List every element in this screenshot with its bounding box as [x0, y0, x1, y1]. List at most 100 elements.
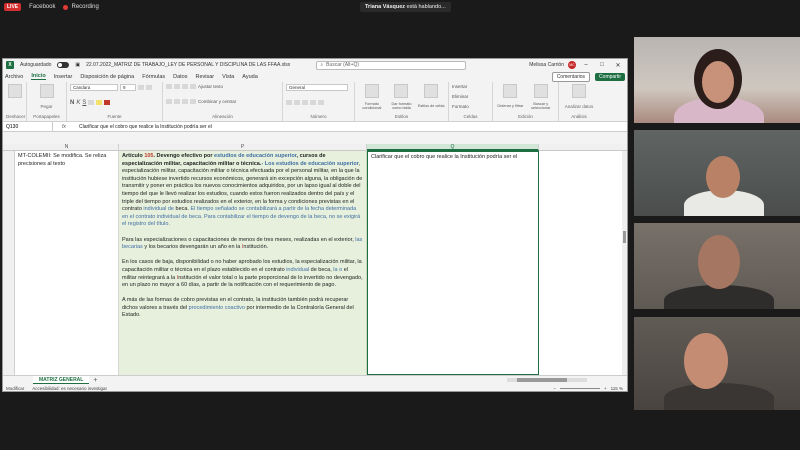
clipboard-label: Portapapeles: [33, 114, 60, 119]
menu-vista[interactable]: Vista: [222, 74, 234, 80]
excel-window: X Autoguardado ▣ 22.07.2022_MATRIZ DE TR…: [2, 58, 628, 392]
paragraph-3-blue: individual: [286, 266, 310, 273]
accessibility-status[interactable]: Accesibilidad: es necesario investigar: [32, 386, 107, 391]
analyze-data-icon[interactable]: [572, 84, 586, 98]
menu-inicio[interactable]: Inicio: [31, 73, 46, 80]
paragraph-2-end: y los becarios devengarán un año en la: [142, 244, 242, 251]
maximize-icon[interactable]: □: [596, 62, 608, 68]
share-button[interactable]: Compartir: [595, 72, 625, 81]
underline-icon[interactable]: S: [82, 100, 86, 106]
live-badge: LIVE: [4, 3, 22, 11]
delete-cells-button[interactable]: Eliminar: [452, 94, 489, 99]
menu-disposicion[interactable]: Disposición de página: [80, 74, 134, 80]
cell-p130[interactable]: Artículo 105. Devengo efectivo por estud…: [119, 151, 367, 375]
thousands-icon[interactable]: [302, 100, 308, 105]
ribbon-styles-group: Formato condicional Dar formato como tab…: [355, 82, 449, 121]
decrease-font-icon[interactable]: [146, 85, 152, 90]
vertical-scrollbar[interactable]: [622, 151, 627, 375]
zoom-out-icon[interactable]: –: [553, 386, 556, 391]
analyze-data-label: Analizar datos: [564, 103, 594, 109]
align-right-icon[interactable]: [182, 99, 188, 104]
insert-cells-button[interactable]: Insertar: [452, 84, 489, 89]
minimize-icon[interactable]: –: [580, 62, 592, 68]
percent-icon[interactable]: [294, 100, 300, 105]
column-header-q[interactable]: Q: [367, 144, 539, 151]
menu-insertar[interactable]: Insertar: [54, 74, 73, 80]
close-icon[interactable]: ✕: [612, 62, 624, 69]
add-sheet-icon[interactable]: +: [93, 377, 97, 384]
save-icon[interactable]: ▣: [75, 62, 80, 68]
participant-4-body: [664, 383, 774, 410]
excel-titlebar: X Autoguardado ▣ 22.07.2022_MATRIZ DE TR…: [3, 59, 627, 71]
sort-filter-icon[interactable]: [503, 84, 518, 98]
editing-label: Edición: [518, 114, 533, 119]
formula-input[interactable]: Clarificar que el cobro que realice la I…: [75, 124, 212, 130]
decimal-increase-icon[interactable]: [310, 100, 316, 105]
horizontal-scrollbar[interactable]: [507, 378, 587, 382]
number-format-select[interactable]: General: [286, 84, 348, 91]
cell-styles-label: Estilos de celda: [417, 104, 445, 108]
currency-icon[interactable]: [286, 100, 292, 105]
table-format-icon[interactable]: [394, 84, 409, 98]
vertical-scroll-thumb[interactable]: [623, 231, 626, 243]
conditional-format-icon[interactable]: [364, 84, 379, 98]
zoom-slider[interactable]: [559, 387, 600, 389]
fill-color-icon[interactable]: [96, 100, 103, 105]
cell-n130[interactable]: MT-COLEMII: Se modifica. Se reliza preci…: [15, 151, 119, 375]
cell-q130[interactable]: Clarificar que el cobro que realice la I…: [367, 151, 539, 375]
italic-icon[interactable]: K: [76, 100, 80, 106]
search-input[interactable]: ⌕ Buscar (Alt+Q): [316, 60, 467, 70]
autosave-toggle[interactable]: [57, 62, 70, 68]
cell-styles-icon[interactable]: [424, 84, 439, 98]
menu-ayuda[interactable]: Ayuda: [242, 74, 258, 80]
participant-video-2[interactable]: [634, 130, 800, 216]
align-top-icon[interactable]: [166, 84, 172, 89]
analysis-label: Análisis: [571, 114, 587, 119]
increase-font-icon[interactable]: [138, 85, 144, 90]
avatar[interactable]: MC: [568, 61, 576, 69]
wrap-text-button[interactable]: Ajustar texto: [198, 84, 223, 89]
autosave-label: Autoguardado: [20, 62, 52, 68]
format-cells-button[interactable]: Formato: [452, 104, 489, 109]
undo-label: Deshacer: [6, 114, 26, 119]
align-bottom-icon[interactable]: [182, 84, 188, 89]
participant-video-4[interactable]: [634, 317, 800, 410]
article-paragraph-3: En los casos de baja, disponibilidad o n…: [122, 259, 363, 289]
font-name-select[interactable]: Candara: [70, 84, 118, 91]
zoom-level[interactable]: 115 %: [611, 386, 623, 391]
font-color-icon[interactable]: [104, 100, 111, 105]
cell-r130[interactable]: [539, 151, 623, 375]
find-select-icon[interactable]: [533, 84, 548, 98]
font-size-select[interactable]: 9: [120, 84, 136, 91]
align-left-icon[interactable]: [166, 99, 172, 104]
bold-icon[interactable]: N: [70, 100, 74, 106]
merge-center-button[interactable]: Combinar y centrar: [198, 99, 236, 104]
undo-icon[interactable]: [7, 84, 22, 98]
menu-formulas[interactable]: Fórmulas: [142, 74, 165, 80]
column-headers: N P Q: [3, 144, 627, 151]
conditional-format-label: Formato condicional: [362, 102, 382, 110]
participant-video-3[interactable]: [634, 223, 800, 309]
menu-revisar[interactable]: Revisar: [196, 74, 215, 80]
name-box[interactable]: Q130: [3, 122, 53, 131]
align-middle-icon[interactable]: [174, 84, 180, 89]
column-header-p[interactable]: P: [119, 144, 367, 151]
article-number: 105: [144, 153, 154, 159]
menu-archivo[interactable]: Archivo: [5, 74, 23, 80]
participant-video-1[interactable]: [634, 37, 800, 123]
paste-icon[interactable]: [39, 84, 54, 98]
align-center-icon[interactable]: [174, 99, 180, 104]
column-header-n[interactable]: N: [15, 144, 119, 151]
article-paragraph-2: Para las especializaciones o capacitacio…: [122, 237, 363, 252]
border-icon[interactable]: [88, 100, 95, 105]
participant-4-face: [684, 333, 728, 389]
horizontal-scroll-thumb[interactable]: [517, 378, 567, 382]
fx-icon[interactable]: fx: [53, 124, 75, 130]
orientation-icon[interactable]: [190, 84, 196, 89]
comments-button[interactable]: Comentarios: [551, 71, 591, 82]
decimal-decrease-icon[interactable]: [318, 100, 324, 105]
article-title: . Devengo efectivo por: [153, 153, 215, 159]
zoom-in-icon[interactable]: +: [604, 386, 607, 391]
menu-datos[interactable]: Datos: [173, 74, 187, 80]
indent-icon[interactable]: [190, 99, 196, 104]
